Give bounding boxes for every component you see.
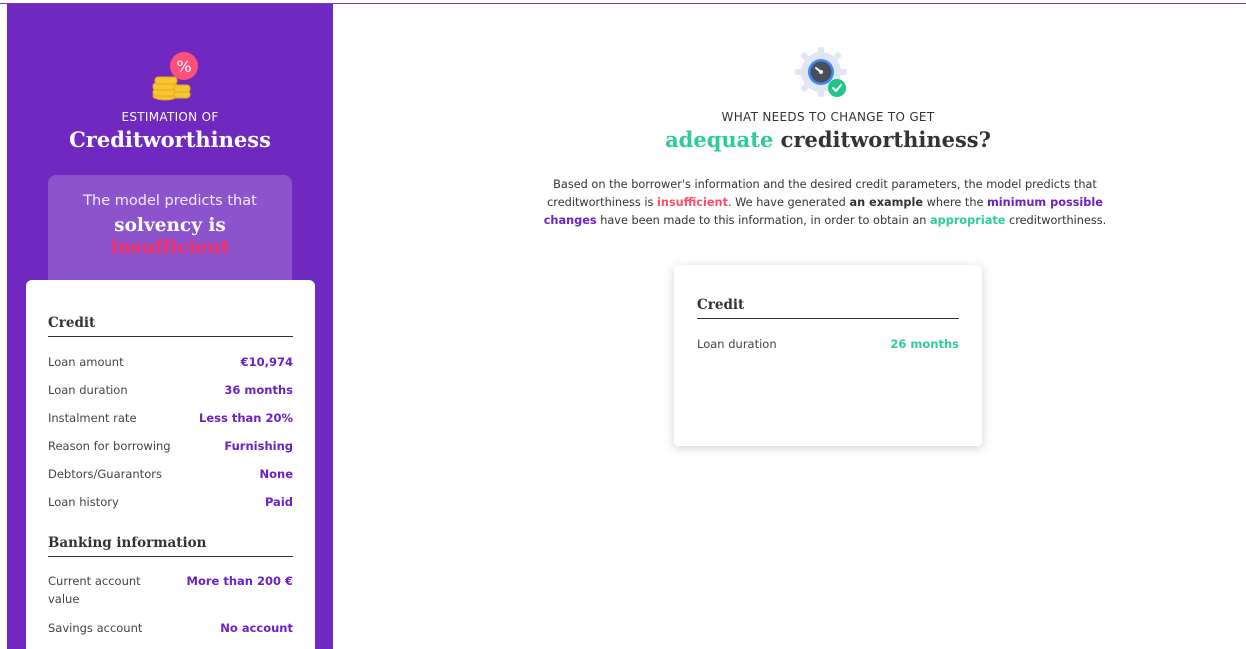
row-label: Loan history [48,495,119,509]
row-label: Loan amount [48,355,124,369]
gear-gauge-check-icon [795,47,849,99]
row-value: Paid [264,495,293,509]
row-label: Reason for borrowing [48,439,171,453]
section-title-credit: Credit [48,315,293,337]
row-value: No account [220,621,293,635]
title-rest: creditworthiness [780,127,979,152]
main-description: Based on the borrower's information and … [520,176,1130,230]
row-label: Savings account [48,621,143,635]
borrower-info-card: Credit Loan amount €10,974 Loan duration… [26,280,315,649]
prediction-intro: The model predicts that [83,193,257,209]
section-title-banking: Banking information [48,535,293,557]
desc-part: where the [926,196,984,209]
info-row: Savings account No account [48,621,293,635]
info-row: Reason for borrowing Furnishing [48,439,293,467]
row-value: 36 months [224,383,293,397]
title-mark: ? [978,127,991,152]
info-row: Debtors/Guarantors None [48,467,293,495]
row-label: Debtors/Guarantors [48,467,162,481]
main-subtitle: WHAT NEEDS TO CHANGE TO GET [721,110,935,124]
info-row: Current account value More than 200 € [48,574,293,621]
row-label: Current account value [48,574,141,606]
row-value: More than 200 € [186,574,293,588]
desc-part: . We have generated [727,196,846,209]
prediction-box: The model predicts that solvency is insu… [48,175,292,287]
prediction-subject: solvency is [114,215,226,236]
row-label: Loan duration [697,337,777,351]
changes-card: Credit Loan duration 26 months [674,265,982,446]
row-label: Instalment rate [48,411,137,425]
changes-card-title: Credit [697,297,959,319]
desc-example: an example [849,196,924,209]
banking-rows: Current account value More than 200 € Sa… [48,574,293,635]
changes-rows: Loan duration 26 months [697,337,959,365]
credit-rows: Loan amount €10,974 Loan duration 36 mon… [48,355,293,523]
sidebar-title: Creditworthiness [69,127,271,152]
coins-percent-icon: % [146,47,206,103]
info-row: Loan amount €10,974 [48,355,293,383]
desc-insufficient: insufficient [657,196,728,209]
title-highlight: adequate [665,127,774,152]
row-label: Loan duration [48,383,128,397]
info-row: Loan duration 36 months [48,383,293,411]
desc-appropriate: appropriate [930,214,1006,227]
desc-part: have been made to this information, in o… [600,214,927,227]
row-value: None [259,467,293,481]
info-row: Loan history Paid [48,495,293,523]
row-value: Furnishing [224,439,293,453]
svg-text:%: % [176,57,191,76]
prediction-result: insufficient [110,237,230,258]
desc-part: creditworthiness. [1008,214,1107,227]
row-value: Less than 20% [199,411,293,425]
sidebar: % ESTIMATION OF Creditworthiness The mod… [7,4,333,649]
change-row: Loan duration 26 months [697,337,959,365]
main-title: adequate creditworthiness? [334,127,1246,152]
row-value: €10,974 [240,355,293,369]
row-value: 26 months [890,337,959,351]
info-row: Instalment rate Less than 20% [48,411,293,439]
sidebar-subtitle: ESTIMATION OF [121,110,219,124]
